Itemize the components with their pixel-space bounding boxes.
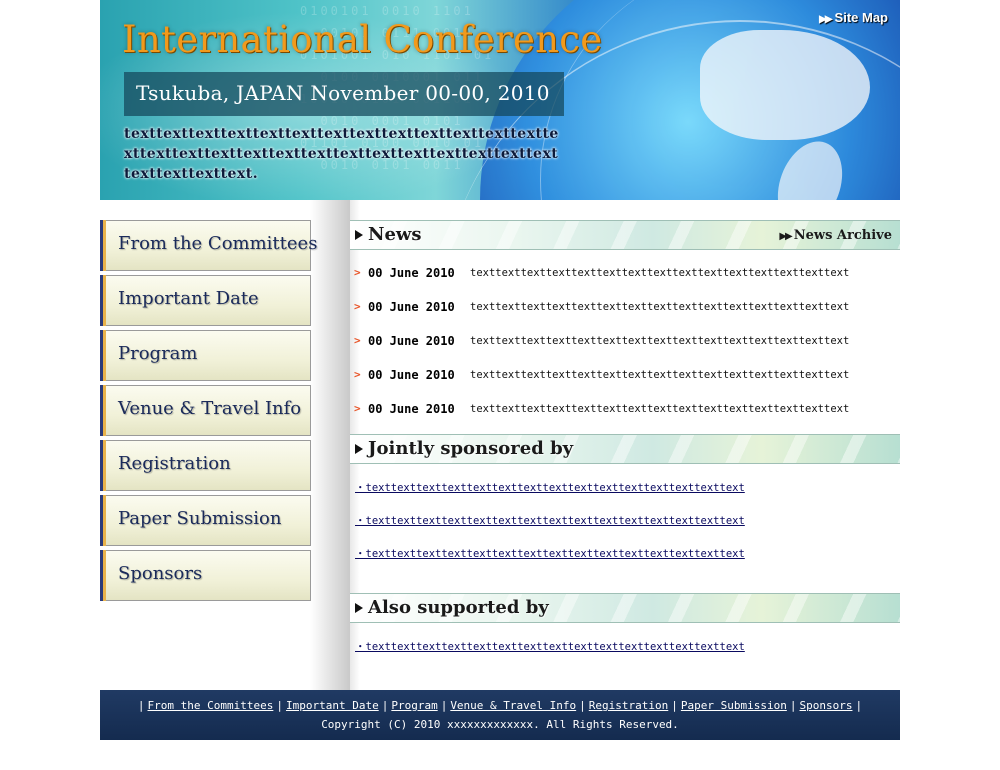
triangle-right-icon	[355, 444, 363, 454]
footer-separator: |	[855, 699, 863, 712]
news-item: > 00 June 2010 texttexttexttexttexttextt…	[350, 366, 900, 400]
sidebar-item-sponsors[interactable]: Sponsors	[100, 550, 311, 601]
sidebar-item-label: Venue & Travel Info	[118, 398, 302, 419]
news-item: > 00 June 2010 texttexttexttexttexttextt…	[350, 298, 900, 332]
sidebar-item-from-the-committees[interactable]: From the Committees	[100, 220, 317, 271]
page: 0100101 0010 1101 00101 0111 0010 010100…	[100, 0, 900, 770]
also-supported-title: Also supported by	[368, 597, 549, 618]
sponsor-link[interactable]: ・texttexttexttexttexttexttexttexttexttex…	[355, 515, 745, 527]
list-item: ・texttexttexttexttexttexttexttexttexttex…	[350, 513, 900, 546]
triangle-right-icon	[355, 230, 363, 240]
news-date: 00 June 2010	[368, 402, 455, 416]
sponsor-link[interactable]: ・texttexttexttexttexttexttexttexttexttex…	[355, 482, 745, 494]
sidebar-shadow	[310, 200, 360, 690]
news-title: News	[368, 224, 422, 245]
copyright: Copyright (C) 2010 xxxxxxxxxxxxx. All Ri…	[321, 718, 679, 731]
list-item: ・texttexttexttexttexttexttexttexttexttex…	[350, 546, 900, 579]
chevron-right-icon: >	[354, 266, 361, 279]
also-supported-list: ・texttexttexttexttexttexttexttexttexttex…	[350, 623, 900, 686]
news-text: texttexttexttexttexttexttexttexttexttext…	[470, 403, 850, 415]
sidebar-item-paper-submission[interactable]: Paper Submission	[100, 495, 311, 546]
news-item: > 00 June 2010 texttexttexttexttexttextt…	[350, 264, 900, 298]
sidebar-item-important-date[interactable]: Important Date	[100, 275, 311, 326]
footer-separator: |	[579, 699, 586, 712]
news-archive-link[interactable]: ▶▶ News Archive	[779, 228, 892, 243]
news-text: texttexttexttexttexttexttexttexttexttext…	[470, 335, 850, 347]
footer-separator: |	[276, 699, 283, 712]
news-archive-label: News Archive	[793, 228, 892, 243]
also-supported-section-header: Also supported by	[350, 593, 900, 623]
footer-link-paper-submission[interactable]: Paper Submission	[681, 699, 787, 712]
news-date: 00 June 2010	[368, 266, 455, 280]
chevron-right-icon: >	[354, 334, 361, 347]
sidebar-item-venue-travel-info[interactable]: Venue & Travel Info	[100, 385, 311, 436]
news-list: > 00 June 2010 texttexttexttexttexttextt…	[350, 250, 900, 434]
news-section-header: News ▶▶ News Archive	[350, 220, 900, 250]
sidebar-item-program[interactable]: Program	[100, 330, 311, 381]
footer-separator: |	[671, 699, 678, 712]
news-text: texttexttexttexttexttexttexttexttexttext…	[470, 369, 850, 381]
list-item: ・texttexttexttexttexttexttexttexttexttex…	[350, 639, 900, 672]
conference-title: International Conference	[122, 18, 603, 61]
site-map-label: Site Map	[834, 10, 888, 25]
news-text: texttexttexttexttexttexttexttexttexttext…	[470, 267, 850, 279]
chevron-right-icon: >	[354, 300, 361, 313]
chevron-right-icon: >	[354, 402, 361, 415]
header-banner: 0100101 0010 1101 00101 0111 0010 010100…	[100, 0, 900, 200]
footer-link-from-the-committees[interactable]: From the Committees	[148, 699, 274, 712]
footer: | From the Committees | Important Date | Prog…	[100, 690, 900, 740]
footer-link-program[interactable]: Program	[391, 699, 437, 712]
footer-separator: |	[440, 699, 448, 712]
intro-text: texttexttexttexttexttexttexttexttexttext…	[124, 126, 559, 182]
sidebar-item-label: Program	[118, 343, 198, 364]
site-map-link[interactable]: ▶▶ Site Map	[819, 10, 888, 25]
double-chevron-right-icon: ▶▶	[779, 231, 792, 242]
footer-nav: | From the Committees | Important Date | Prog…	[100, 699, 900, 712]
news-date: 00 June 2010	[368, 334, 455, 348]
sponsor-link[interactable]: ・texttexttexttexttexttexttexttexttexttex…	[355, 548, 745, 560]
subtitle-box: Tsukuba, JAPAN November 00-00, 2010	[124, 72, 564, 116]
footer-link-important-date[interactable]: Important Date	[286, 699, 379, 712]
sidebar-item-registration[interactable]: Registration	[100, 440, 311, 491]
sidebar-item-label: Paper Submission	[118, 508, 282, 529]
jointly-sponsored-title: Jointly sponsored by	[368, 438, 574, 459]
conference-subtitle: Tsukuba, JAPAN November 00-00, 2010	[136, 81, 550, 105]
news-text: texttexttexttexttexttexttexttexttexttext…	[470, 301, 850, 313]
footer-link-venue-travel-info[interactable]: Venue & Travel Info	[450, 699, 576, 712]
news-item: > 00 June 2010 texttexttexttexttexttextt…	[350, 332, 900, 366]
sidebar-nav: From the Committees Important Date Progr…	[100, 220, 317, 605]
chevron-right-icon: >	[354, 368, 361, 381]
news-date: 00 June 2010	[368, 368, 455, 382]
sidebar-item-label: Sponsors	[118, 563, 203, 584]
sidebar-item-label: Important Date	[118, 288, 259, 309]
jointly-sponsored-list: ・texttexttexttexttexttexttexttexttexttex…	[350, 464, 900, 593]
news-item: > 00 June 2010 texttexttexttexttexttextt…	[350, 400, 900, 434]
footer-separator: |	[789, 699, 797, 712]
double-chevron-right-icon: ▶▶	[819, 14, 832, 25]
footer-link-sponsors[interactable]: Sponsors	[799, 699, 852, 712]
footer-link-registration[interactable]: Registration	[589, 699, 668, 712]
supporter-link[interactable]: ・texttexttexttexttexttexttexttexttexttex…	[355, 641, 745, 653]
list-item: ・texttexttexttexttexttexttexttexttexttex…	[350, 480, 900, 513]
sidebar-item-label: Registration	[118, 453, 231, 474]
sidebar-item-label: From the Committees	[118, 233, 318, 254]
triangle-right-icon	[355, 603, 363, 613]
jointly-sponsored-section-header: Jointly sponsored by	[350, 434, 900, 464]
footer-separator: |	[137, 699, 145, 712]
news-date: 00 June 2010	[368, 300, 455, 314]
footer-separator: |	[381, 699, 389, 712]
main-content: News ▶▶ News Archive > 00 June 2010 textt…	[350, 220, 900, 686]
